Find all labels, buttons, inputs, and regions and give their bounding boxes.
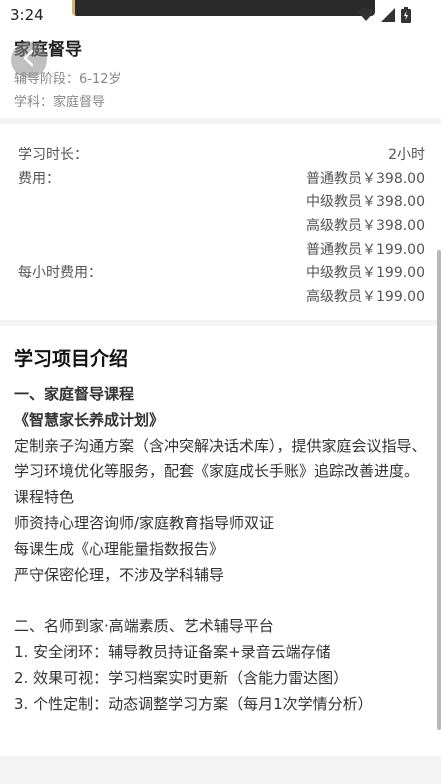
duration-label: 学习时长：	[18, 147, 88, 163]
status-time: 3:24	[10, 6, 44, 24]
list-item: 1. 安全闭环：辅导教员持证备案+录音云端存储	[14, 642, 331, 661]
section-heading: 一、家庭督导课程	[14, 385, 135, 403]
program-name: 《智慧家长养成计划》	[14, 410, 165, 429]
status-icons	[357, 6, 411, 24]
feature-item: 严守保密伦理，不涉及学科辅导	[14, 565, 225, 584]
hourly-fee-item: 高级教员￥199.00	[306, 289, 425, 305]
fee-item: 高级教员￥398.00	[306, 218, 425, 234]
list-item: 3. 个性定制：动态调整学习方案（每月1次学情分析）	[14, 694, 373, 713]
features-heading: 课程特色	[14, 488, 75, 507]
status-bar: 3:24	[0, 0, 441, 30]
battery-icon	[401, 7, 411, 23]
hourly-fee-label: 每小时费用：	[18, 265, 102, 281]
signal-icon	[381, 8, 395, 22]
chevron-left-icon	[22, 49, 36, 71]
fee-label: 费用：	[18, 171, 60, 187]
section-heading: 二、名师到家·高端素质、艺术辅导平台	[14, 617, 274, 636]
duration-value: 2小时	[388, 147, 425, 163]
banner-image-edge	[72, 0, 375, 16]
fee-item: 普通教员￥199.00	[306, 242, 425, 258]
program-description: 定制亲子沟通方案（含冲突解决话术库），提供家庭会议指导、学习环境优化等服务，配套…	[14, 436, 427, 481]
feature-item: 师资持心理咨询师/家庭教育指导师双证	[14, 513, 275, 532]
intro-card: 学习项目介绍 一、家庭督导课程 《智慧家长养成计划》 定制亲子沟通方案（含冲突解…	[0, 326, 441, 756]
scrollbar-thumb[interactable]	[437, 250, 441, 730]
intro-body: 一、家庭督导课程 《智慧家长养成计划》 定制亲子沟通方案（含冲突解决话术库），提…	[14, 382, 430, 717]
fee-item: 中级教员￥398.00	[306, 194, 425, 210]
fee-card: 学习时长： 2小时 费用： 普通教员￥398.00 中级教员￥398.00 高级…	[0, 124, 441, 320]
intro-title: 学习项目介绍	[14, 348, 129, 370]
subject-info: 学科：家庭督导	[14, 95, 106, 110]
list-item: 2. 效果可视：学习档案实时更新（含能力雷达图）	[14, 668, 349, 687]
screen: 3:24 家庭督导 辅导阶段：6-12岁 学科：家庭督导 学习时长： 2小时 费…	[0, 0, 441, 784]
fee-item: 普通教员￥398.00	[306, 171, 425, 187]
feature-item: 每课生成《心理能量指数报告》	[14, 539, 225, 558]
hourly-fee-item: 中级教员￥199.00	[306, 265, 425, 281]
back-button[interactable]	[11, 42, 47, 78]
wifi-icon	[357, 8, 375, 22]
